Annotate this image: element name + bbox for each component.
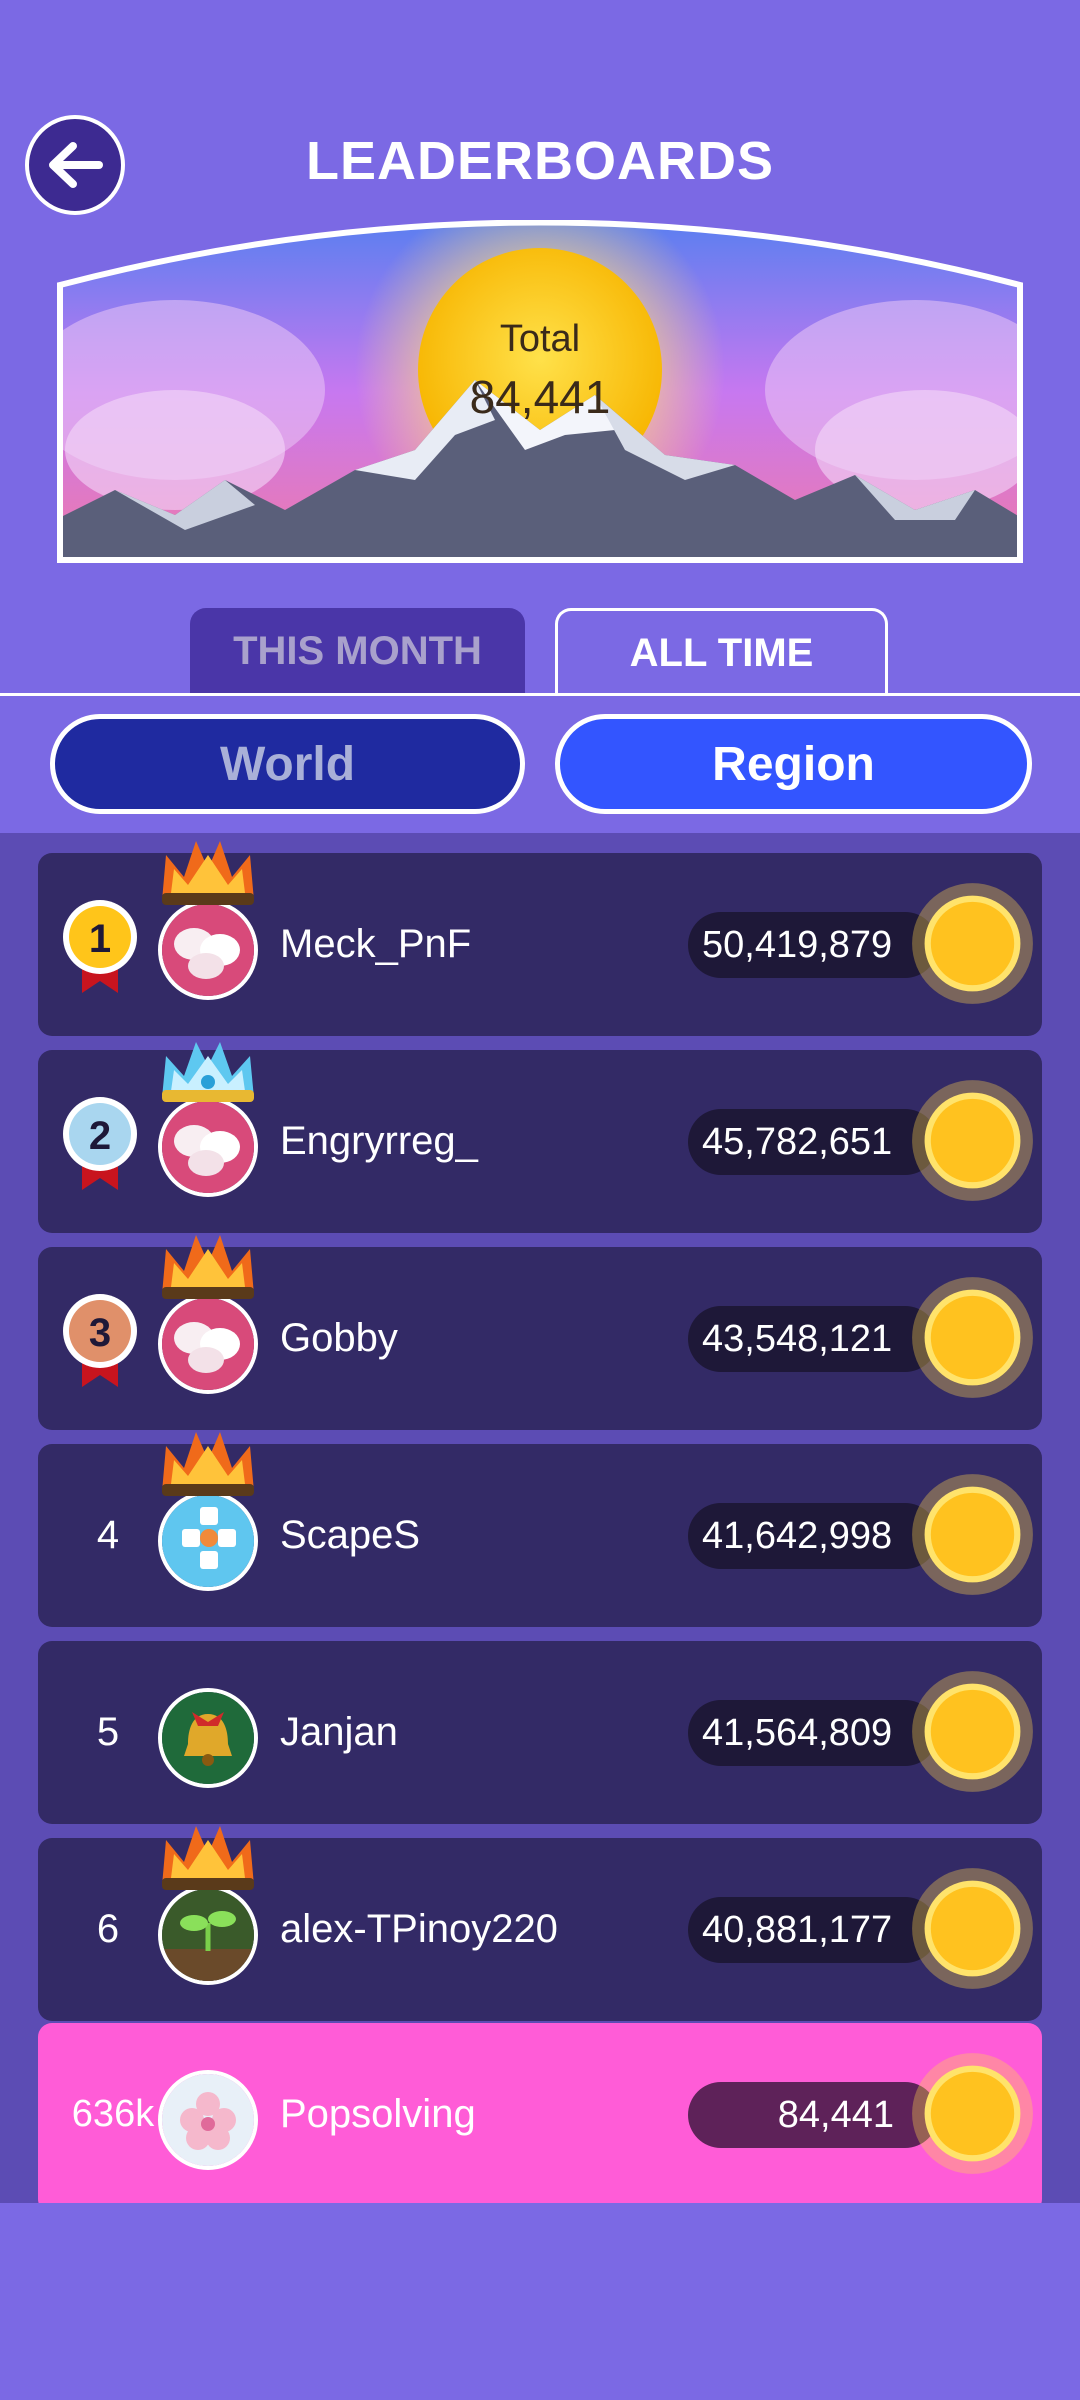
- avatar[interactable]: [158, 1294, 258, 1394]
- player-score: 41,564,809: [688, 1700, 938, 1766]
- white-flowers-avatar-icon: [162, 1298, 254, 1390]
- player-name: Gobby: [280, 1316, 398, 1360]
- white-flowers-avatar-icon: [162, 904, 254, 996]
- player-score: 84,441: [688, 2082, 938, 2148]
- sun-icon: [912, 1277, 1033, 1398]
- player-score: 50,419,879: [688, 912, 938, 978]
- medal-rank: 3: [89, 1311, 111, 1355]
- fire-crown-icon: [162, 1235, 254, 1299]
- gold-medal-icon: 1: [63, 900, 137, 993]
- tab-divider: [0, 693, 1080, 696]
- player-score: 41,642,998: [688, 1503, 938, 1569]
- leaderboard-list[interactable]: 1 Meck_PnF 50,419,879 2 Engryrreg_ 45,78…: [0, 833, 1080, 2203]
- ice-crown-icon: [162, 1042, 254, 1102]
- leaderboard-row[interactable]: 3 Gobby 43,548,121: [38, 1235, 1042, 1430]
- white-flowers-avatar-icon: [162, 1101, 254, 1193]
- page-title: LEADERBOARDS: [305, 131, 775, 191]
- fire-crown-icon: [162, 841, 254, 905]
- tab-this-month[interactable]: THIS MONTH: [190, 608, 525, 695]
- bottom-area: [0, 2203, 1080, 2400]
- bell-avatar-icon: [162, 1692, 254, 1784]
- rank-number: 5: [96, 1710, 120, 1754]
- sun-icon: [912, 1868, 1033, 1989]
- total-value: 84,441: [469, 371, 611, 423]
- sun-icon: [912, 1080, 1033, 1201]
- sun-icon: [912, 1474, 1033, 1595]
- silver-medal-icon: 2: [63, 1097, 137, 1190]
- fire-crown-icon: [162, 1432, 254, 1496]
- leaderboard-row[interactable]: 4 ScapeS 41,642,998: [38, 1432, 1042, 1627]
- medal-rank: 1: [89, 917, 111, 961]
- sun-icon: [912, 1671, 1033, 1792]
- sprout-avatar-icon: [162, 1889, 254, 1981]
- tab-all-time[interactable]: ALL TIME: [555, 608, 888, 696]
- avatar[interactable]: [158, 1097, 258, 1197]
- fire-crown-icon: [162, 1826, 254, 1890]
- avatar[interactable]: [158, 1688, 258, 1788]
- avatar[interactable]: [158, 900, 258, 1000]
- player-name: Popsolving: [280, 2092, 476, 2136]
- medal-rank: 2: [89, 1114, 111, 1158]
- player-score: 45,782,651: [688, 1109, 938, 1175]
- rank-number: 4: [96, 1513, 120, 1557]
- leaderboard-row[interactable]: 6 alex-TPinoy220 40,881,177: [38, 1826, 1042, 2021]
- player-score: 43,548,121: [688, 1306, 938, 1372]
- sun-icon: [912, 883, 1033, 1004]
- current-user-row[interactable]: 636k Popsolving 84,441: [38, 2023, 1042, 2203]
- bronze-medal-icon: 3: [63, 1294, 137, 1387]
- region-button[interactable]: Region: [555, 714, 1032, 814]
- player-name: Janjan: [280, 1710, 398, 1754]
- avatar[interactable]: [158, 1885, 258, 1985]
- avatar[interactable]: [158, 2070, 258, 2170]
- player-score: 40,881,177: [688, 1897, 938, 1963]
- player-name: alex-TPinoy220: [280, 1907, 558, 1951]
- word-logo-avatar-icon: [162, 1495, 254, 1587]
- rank-number: 6: [96, 1907, 120, 1951]
- player-name: ScapeS: [280, 1513, 421, 1557]
- header-bar: LEADERBOARDS: [0, 0, 1080, 220]
- sun-icon: [912, 2053, 1033, 2174]
- leaderboard-row[interactable]: 1 Meck_PnF 50,419,879: [38, 841, 1042, 1036]
- leaderboard-row[interactable]: 5 Janjan 41,564,809: [38, 1641, 1042, 1824]
- avatar[interactable]: [158, 1491, 258, 1591]
- leaderboard-row[interactable]: 2 Engryrreg_ 45,782,651: [38, 1042, 1042, 1233]
- world-button[interactable]: World: [50, 714, 525, 814]
- total-label: Total: [499, 318, 581, 360]
- cherry-blossom-avatar-icon: [162, 2074, 254, 2166]
- player-name: Meck_PnF: [280, 922, 472, 966]
- player-name: Engryrreg_: [280, 1119, 478, 1163]
